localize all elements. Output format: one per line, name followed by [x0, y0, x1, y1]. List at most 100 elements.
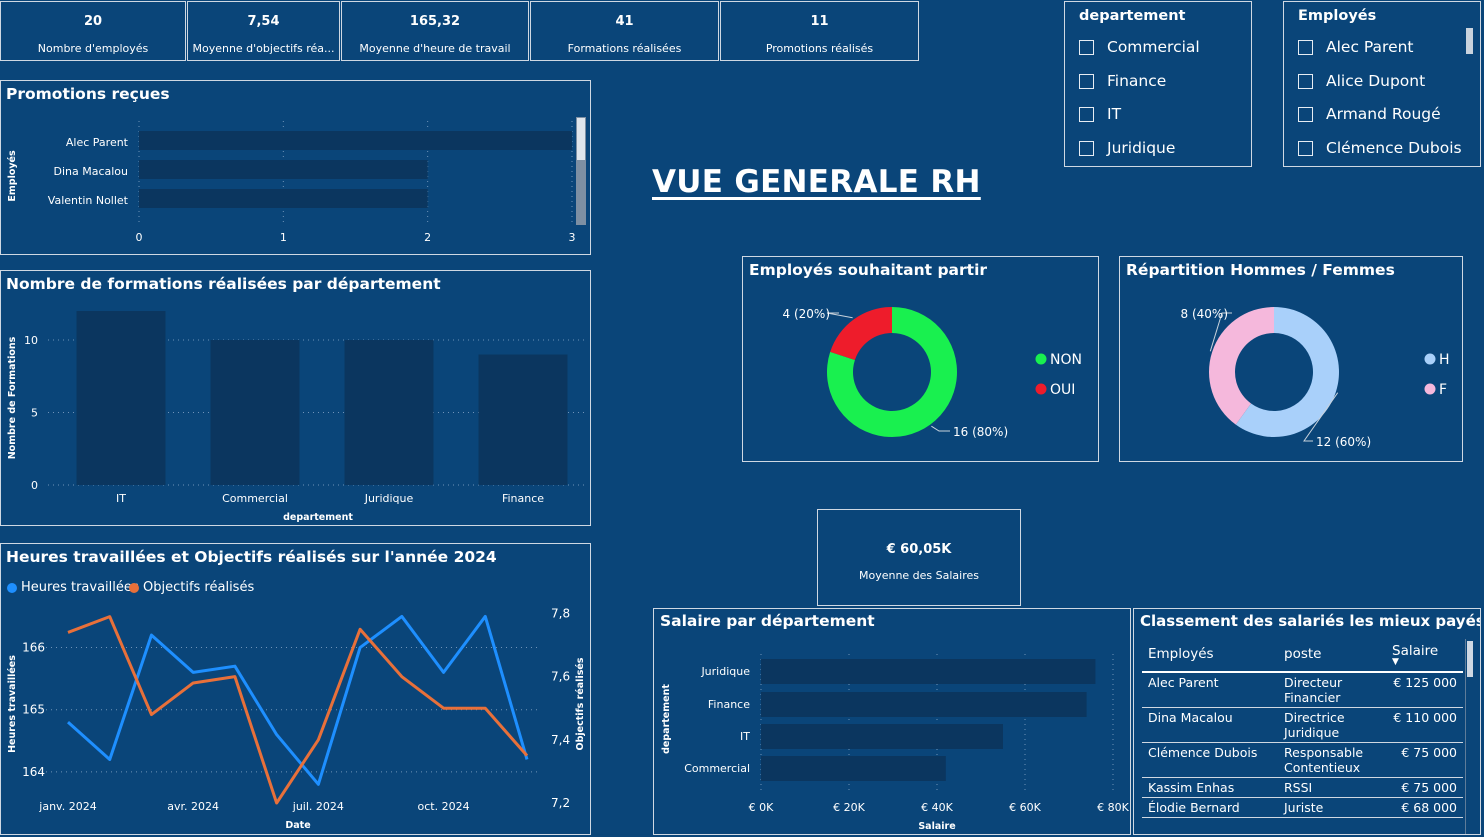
y-tick-label: 0: [31, 479, 38, 492]
salaire-svg: € 0K € 20K € 40K € 60K € 80K Juridique Finance…: [661, 654, 1130, 832]
chart-title: Classement des salariés les mieux payés: [1140, 612, 1481, 630]
slicer-departement: departement Commercial Finance IT Juridi…: [1064, 1, 1252, 167]
bar: [139, 160, 428, 179]
legend-dot: [1035, 353, 1047, 365]
kpi-value: 20: [83, 14, 103, 29]
kpi-value: 11: [810, 14, 829, 29]
slicer-option-label: Alice Dupont: [1326, 72, 1426, 90]
data-label: 16 (80%): [953, 425, 1008, 439]
y-tick-label-right: 7,8: [551, 606, 570, 620]
promotions-svg: 0 1 2 3 Alec Parent Dina Macalou Valentin Noll…: [7, 121, 576, 244]
x-tick-label: € 80K: [1097, 801, 1129, 814]
chart-scrollbar-thumb[interactable]: [577, 118, 585, 160]
x-tick-label: € 20K: [833, 801, 865, 814]
legend-dot: [1424, 383, 1436, 395]
table-row[interactable]: Dina Macalou Directrice Juridique € 110 00…: [1142, 707, 1463, 743]
heures-svg: 164 165 166 7,2 7,4 7,6 7,8 janv. 2024 avr. 2024…: [7, 606, 586, 831]
cell-poste: RSSI: [1278, 777, 1386, 798]
kpi-value: 165,32: [409, 14, 461, 29]
bar: [761, 659, 1096, 684]
table-row[interactable]: Élodie Bernard Juriste € 68 000: [1142, 797, 1463, 818]
slicer-option-finance[interactable]: Finance: [1079, 72, 1166, 90]
x-tick-label: oct. 2024: [418, 800, 470, 813]
kpi-label: Formations réalisées: [567, 42, 682, 55]
slicer-title: departement: [1079, 8, 1186, 24]
table-scrollbar-thumb[interactable]: [1467, 641, 1473, 677]
kpi-card-promotions: 11 Promotions réalisés: [720, 1, 919, 61]
kpi-card-hours: 165,32 Moyenne d'heure de travail: [341, 1, 529, 61]
kpi-card-employees: 20 Nombre d'employés: [0, 1, 186, 61]
chart-heures-objectifs: Heures travaillées et Objectifs réalisés…: [0, 543, 591, 835]
bar: [761, 756, 946, 781]
column-header-employes[interactable]: Employés: [1142, 639, 1278, 673]
slicer-option-it[interactable]: IT: [1079, 105, 1121, 123]
checkbox[interactable]: [1079, 39, 1094, 55]
hf-svg: 12 (60%) H 8 (40%) F: [1181, 307, 1450, 449]
x-tick-label: 0: [136, 231, 143, 244]
checkbox[interactable]: [1298, 106, 1313, 122]
x-tick-label: Finance: [502, 492, 544, 505]
slicer-option-armand-rouge[interactable]: Armand Rougé: [1298, 105, 1441, 123]
column-header-salaire[interactable]: Salaire ▼: [1386, 639, 1463, 673]
table-row[interactable]: Alec Parent Directeur Financier € 125 000: [1142, 672, 1463, 708]
ranking-table: Employés poste Salaire ▼ Alec Parent Direc…: [1142, 639, 1463, 818]
slicer-employes: Employés Alec Parent Alice Dupont Armand…: [1283, 1, 1481, 167]
formations-svg: 0 5 10 IT Commercial Juridique Finance departem…: [7, 311, 584, 523]
column-header-poste[interactable]: poste: [1278, 639, 1386, 673]
x-tick-label: € 0K: [749, 801, 774, 814]
series-line: [67, 614, 529, 786]
cell-poste: Responsable Contentieux: [1278, 742, 1386, 778]
x-tick-label: Commercial: [222, 492, 288, 505]
cell-employe: Élodie Bernard: [1142, 797, 1278, 818]
legend-label: H: [1439, 352, 1450, 368]
cell-poste: Juriste: [1278, 797, 1386, 818]
slicer-option-commercial[interactable]: Commercial: [1079, 38, 1200, 56]
ranking-table-wrap: Employés poste Salaire ▼ Alec Parent Direc…: [1142, 639, 1463, 818]
checkbox[interactable]: [1079, 140, 1094, 156]
checkbox[interactable]: [1298, 39, 1313, 55]
chart-promotions: Promotions reçues 0 1 2 3 Alec Parent Dina Ma…: [0, 80, 591, 255]
y-tick-label: Valentin Nollet: [48, 194, 129, 207]
slicer-option-label: Juridique: [1107, 139, 1176, 157]
checkbox[interactable]: [1298, 73, 1313, 89]
slicer-option-label: Commercial: [1107, 38, 1200, 56]
x-axis-title: departement: [283, 512, 353, 523]
kpi-label: Moyenne d'heure de travail: [359, 42, 511, 55]
checkbox[interactable]: [1079, 106, 1094, 122]
y-tick-label: Juridique: [700, 665, 750, 678]
y-tick-label: 10: [24, 334, 38, 347]
cell-employe: Clémence Dubois: [1142, 742, 1278, 778]
slicer-option-clemence-dubois[interactable]: Clémence Dubois: [1298, 139, 1462, 157]
slicer-option-label: Clémence Dubois: [1326, 139, 1462, 157]
legend-label: NON: [1050, 352, 1082, 368]
x-tick-label: Juridique: [364, 492, 414, 505]
cell-poste: Directrice Juridique: [1278, 707, 1386, 743]
table-row[interactable]: Clémence Dubois Responsable Contentieux € …: [1142, 742, 1463, 778]
bar: [478, 354, 568, 485]
slicer-option-alec-parent[interactable]: Alec Parent: [1298, 38, 1414, 56]
y-axis-title: departement: [661, 684, 672, 754]
slicer-option-alice-dupont[interactable]: Alice Dupont: [1298, 72, 1425, 90]
slicer-scrollbar[interactable]: [1466, 28, 1473, 54]
checkbox[interactable]: [1298, 140, 1313, 156]
chart-formations: Nombre de formations réalisées par dépar…: [0, 270, 591, 526]
y-tick-label-right: 7,4: [551, 733, 570, 747]
checkbox[interactable]: [1079, 73, 1094, 89]
y-axis-title: Nombre de Formations: [7, 336, 18, 459]
kpi-card-trainings: 41 Formations réalisées: [530, 1, 719, 61]
kpi-label: Nombre d'employés: [37, 42, 149, 55]
y-axis-title-right: Objectifs réalisés: [575, 657, 586, 750]
x-tick-label: avr. 2024: [167, 800, 219, 813]
table-row[interactable]: Kassim Enhas RSSI € 75 000: [1142, 777, 1463, 798]
x-tick-label: IT: [116, 492, 126, 505]
y-tick-label: Commercial: [684, 762, 750, 775]
data-label: 4 (20%): [783, 307, 830, 321]
cell-salaire: € 125 000: [1386, 672, 1463, 708]
page-title: VUE GENERALE RH: [652, 164, 981, 200]
ranking-table-panel: Classement des salariés les mieux payés …: [1133, 608, 1481, 835]
x-axis-title: Date: [285, 820, 310, 831]
bar: [139, 189, 428, 208]
slicer-option-juridique[interactable]: Juridique: [1079, 139, 1175, 157]
kpi-value: € 60,05K: [886, 542, 952, 557]
leader-line: [826, 312, 853, 319]
